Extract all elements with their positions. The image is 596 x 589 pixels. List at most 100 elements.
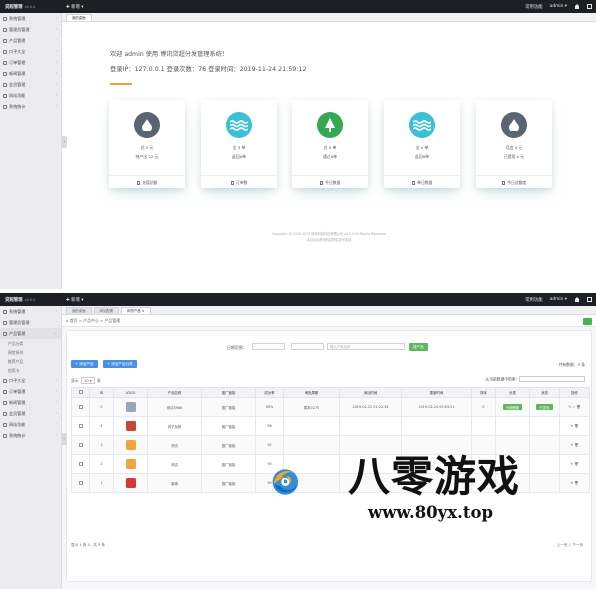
sidebar-item[interactable]: 系统管理 › <box>0 13 61 24</box>
sidebar-item[interactable]: 管理员管理 › <box>0 24 61 35</box>
row-checkbox[interactable] <box>78 480 83 485</box>
cell-link[interactable]: 推广链接 <box>201 435 256 455</box>
column-header[interactable] <box>71 387 90 398</box>
sidebar-item[interactable]: 网站功能 › <box>0 419 61 430</box>
new-menu[interactable]: ✚ 新增 ▾ <box>66 297 83 303</box>
sidebar-item[interactable]: 新闻管理 › <box>0 397 61 408</box>
user-menu[interactable]: admin ▾ <box>550 297 567 302</box>
column-header[interactable]: 操作 <box>559 387 590 398</box>
sidebar-collapse-handle[interactable]: ‹ <box>62 433 67 445</box>
new-menu[interactable]: ✚ 新增 ▾ <box>66 4 83 10</box>
sidebar-item[interactable]: 会员管理 › <box>0 408 61 419</box>
list-icon <box>136 181 141 185</box>
column-header[interactable]: 排序 <box>471 387 496 398</box>
sidebar-item[interactable]: 产品管理 ⌄ <box>0 328 61 339</box>
cell-ops[interactable]: ✎ 🗑 <box>559 435 590 455</box>
stat-card[interactable]: 总 0 单通过0单 今日数据 <box>292 100 368 188</box>
menu-icon <box>3 331 7 336</box>
sidebar-item[interactable]: 口子大全 › <box>0 46 61 57</box>
column-header[interactable]: 成功率 <box>255 387 284 398</box>
sidebar-subitem[interactable]: 产品分类 <box>0 339 61 348</box>
column-header[interactable]: LOGO <box>113 387 148 398</box>
tab-site-config[interactable]: 网站配置 <box>93 307 120 314</box>
cell-link[interactable]: 推广链接 <box>201 397 256 417</box>
stat-card-footer[interactable]: 今日总额度 <box>476 175 552 188</box>
column-header[interactable]: 更新时间 <box>401 387 472 398</box>
breadcrumb-text[interactable]: ⌂ 首页 > 产品中心 > 产品管理 <box>66 318 120 323</box>
row-checkbox[interactable] <box>78 423 83 428</box>
quick-functions-link[interactable]: 常用功能 <box>525 297 543 303</box>
fullscreen-icon[interactable] <box>587 297 592 302</box>
tab-desktop[interactable]: 我的桌面 <box>66 307 92 314</box>
sidebar-collapse-handle[interactable]: ‹ <box>62 136 67 148</box>
cell-ops[interactable]: ✎ ✓ 🗑 <box>559 397 590 417</box>
add-product-button[interactable]: + 添加产品 <box>71 360 98 368</box>
sidebar-subitem[interactable]: 网贷系列 <box>0 348 61 357</box>
column-header[interactable]: 产品名称 <box>147 387 202 398</box>
stat-card[interactable]: 全 0 单返回0单 单日数据 <box>384 100 460 188</box>
column-header[interactable]: 审批周期 <box>283 387 340 398</box>
column-header[interactable]: 状态 <box>529 387 560 398</box>
product-search-input[interactable]: 输入产品名称 <box>327 343 405 350</box>
sidebar-item[interactable]: 订单管理 › <box>0 386 61 397</box>
row-checkbox[interactable] <box>78 461 83 466</box>
user-menu[interactable]: admin ▾ <box>550 4 567 9</box>
stat-card-footer[interactable]: 充值总额 <box>109 175 185 188</box>
search-product-button[interactable]: 搜产品 <box>409 342 428 351</box>
cell-updated <box>401 416 472 436</box>
page-size-select[interactable]: 10 ▾ <box>80 377 95 384</box>
row-checkbox[interactable] <box>78 404 83 409</box>
sidebar-item[interactable]: 口子大全 › <box>0 375 61 386</box>
sidebar-item[interactable]: 订单管理 › <box>0 57 61 68</box>
stat-card[interactable]: 全 3 单返回0单 订单数 <box>201 100 277 188</box>
fullscreen-icon[interactable] <box>587 4 592 9</box>
table-search-input[interactable] <box>519 376 585 382</box>
sidebar-item[interactable]: 新闻管理 › <box>0 68 61 79</box>
stat-card[interactable]: 话会 0 元已提现 0 元今日总额度 <box>476 100 552 188</box>
chevron-right-icon: › <box>55 104 57 108</box>
cell-ops[interactable]: ✎ 🗑 <box>559 473 590 493</box>
tab-loan-products[interactable]: 网贷产品 × <box>121 307 151 314</box>
select-all-checkbox[interactable] <box>78 390 83 394</box>
sidebar-item-label: 产品管理 <box>9 331 26 336</box>
cell-link[interactable]: 推广链接 <box>201 416 256 436</box>
add-category-button[interactable]: + 添加产品分类 <box>103 360 137 368</box>
app-brand[interactable]: 贷超管理 v0.0.0 <box>0 297 62 303</box>
table-row[interactable]: 5 测试3986 推广链接 90% 周末0275 2019-02-22 01:22:34 2… <box>71 397 590 417</box>
sidebar-item[interactable]: 系统统计 › <box>0 430 61 441</box>
cell-link[interactable]: 推广链接 <box>201 454 256 474</box>
cell-updated: 2019-02-24 09:03:21 <box>401 397 472 417</box>
home-icon[interactable] <box>574 297 580 302</box>
column-header[interactable]: 添加时间 <box>339 387 402 398</box>
sidebar-item[interactable]: 管理员管理 › <box>0 317 61 328</box>
column-header[interactable]: 分类 <box>495 387 530 398</box>
cell-ops[interactable]: ✎ 🗑 <box>559 416 590 436</box>
sidebar-subitem[interactable]: 信用卡 <box>0 366 61 375</box>
stat-card-footer[interactable]: 订单数 <box>201 175 277 188</box>
column-header[interactable]: 推广链接 <box>201 387 256 398</box>
home-icon[interactable] <box>574 4 580 9</box>
row-checkbox[interactable] <box>78 442 83 447</box>
date-end-input[interactable] <box>291 343 324 350</box>
sidebar-item[interactable]: 会员管理 › <box>0 79 61 90</box>
stat-card-footer[interactable]: 今日数据 <box>292 175 368 188</box>
stat-card[interactable]: 总 2 元待产出 22 元充值总额 <box>109 100 185 188</box>
quick-functions-link[interactable]: 常用功能 <box>525 4 543 10</box>
refresh-button[interactable] <box>583 317 592 325</box>
app-brand[interactable]: 贷超管理 v0.0.0 <box>0 4 62 10</box>
stat-card-footer[interactable]: 单日数据 <box>384 175 460 188</box>
tab-desktop[interactable]: 我的桌面 <box>66 14 92 21</box>
cell-link[interactable]: 推广链接 <box>201 473 256 493</box>
sidebar-item[interactable]: 系统统计 › <box>0 101 61 112</box>
column-header[interactable]: ID <box>89 387 114 398</box>
welcome-text: 欢迎 admin 使用 博讯贷超分发管理系统！ <box>110 51 229 58</box>
cell-ops[interactable]: ✎ 🗑 <box>559 454 590 474</box>
sidebar-subitem[interactable]: 推荐产品 <box>0 357 61 366</box>
sidebar-item[interactable]: 系统管理 › <box>0 306 61 317</box>
sidebar-item[interactable]: 产品管理 › <box>0 35 61 46</box>
sidebar-item[interactable]: 网站功能 › <box>0 90 61 101</box>
pagination[interactable]: 上一页 1 下一页 <box>557 543 583 548</box>
stat-card-footer-label: 订单数 <box>236 180 248 185</box>
date-start-input[interactable] <box>252 343 285 350</box>
cell-cycle: 周末0275 <box>283 397 340 417</box>
